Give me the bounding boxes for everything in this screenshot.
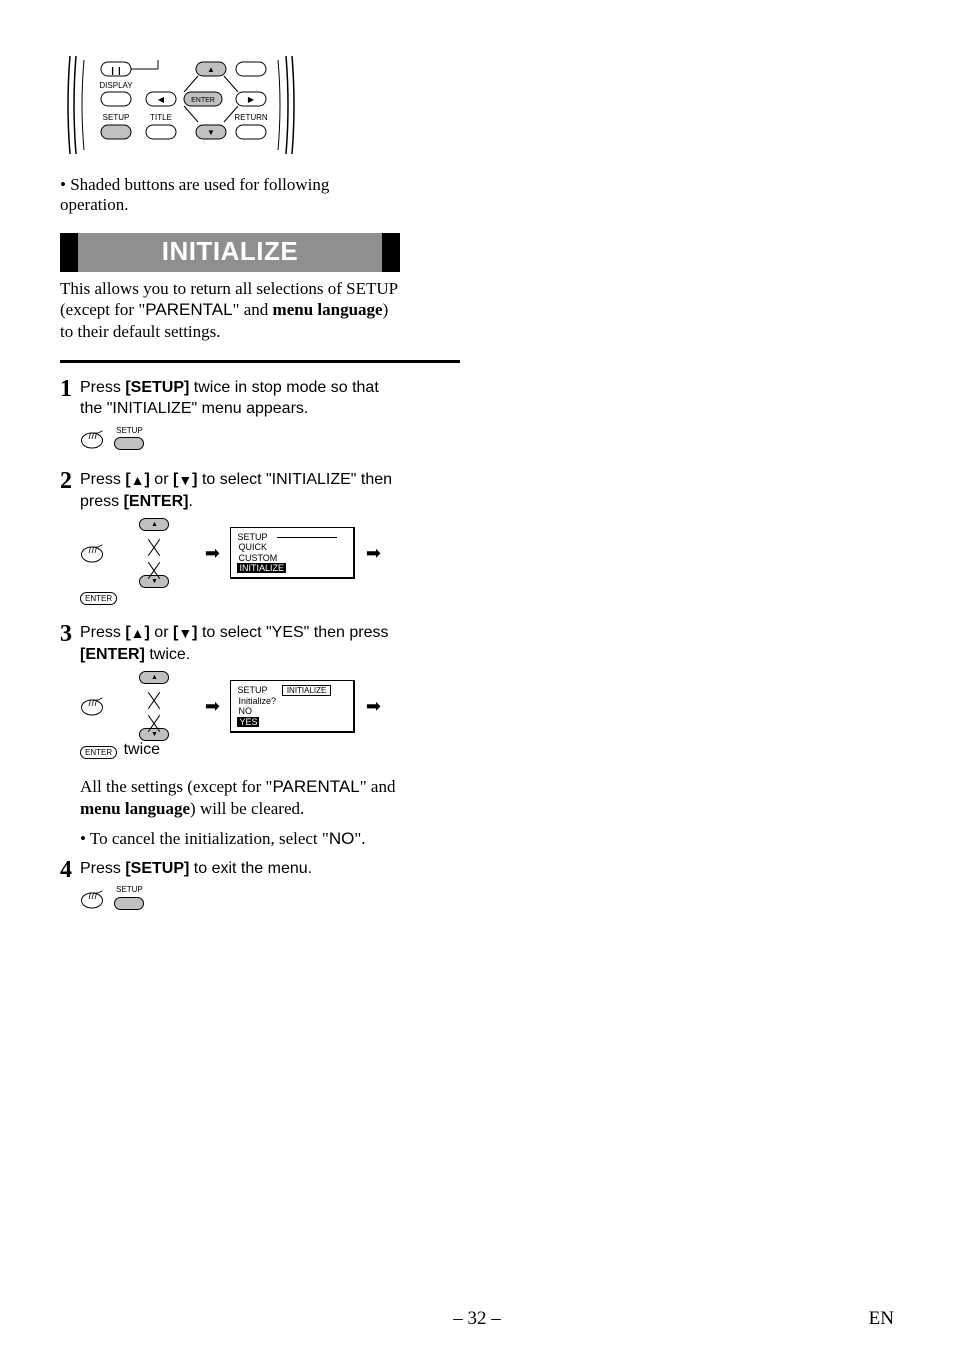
menu-setup: SETUP QUICK CUSTOM INITIALIZE bbox=[230, 527, 355, 580]
setup-button-icon bbox=[114, 897, 144, 910]
label-display: DISPLAY bbox=[99, 81, 133, 90]
up-button-icon bbox=[139, 671, 169, 684]
step-2: 2 Press [▲] or [▼] to select "INITIALIZE… bbox=[60, 469, 400, 512]
setup-label: SETUP bbox=[114, 426, 144, 435]
svg-text:▲: ▲ bbox=[207, 65, 215, 74]
step-4: 4 Press [SETUP] to exit the menu. bbox=[60, 858, 400, 880]
shaded-note: • Shaded buttons are used for following … bbox=[60, 175, 400, 215]
arrow-icon: ➡ bbox=[366, 696, 381, 717]
setup-label: SETUP bbox=[114, 885, 144, 894]
intro-text: This allows you to return all selections… bbox=[60, 278, 400, 342]
enter-button-icon: ENTER bbox=[80, 746, 117, 759]
step-1: 1 Press [SETUP] twice in stop mode so th… bbox=[60, 377, 400, 420]
down-button-icon bbox=[139, 575, 169, 588]
down-button-icon bbox=[139, 728, 169, 741]
step-1-icons: SETUP bbox=[80, 426, 400, 453]
page-number: – 32 – bbox=[453, 1308, 501, 1330]
language-code: EN bbox=[869, 1308, 894, 1330]
hand-icon bbox=[80, 695, 110, 717]
section-header: INITIALIZE bbox=[60, 233, 400, 272]
svg-text:❙❙: ❙❙ bbox=[109, 66, 122, 75]
hand-icon bbox=[80, 888, 110, 910]
svg-text:▼: ▼ bbox=[207, 128, 215, 137]
label-enter: ENTER bbox=[191, 97, 215, 104]
step-3-note-2: • To cancel the initialization, select "… bbox=[80, 828, 400, 850]
arrow-icon: ➡ bbox=[205, 543, 220, 564]
up-button-icon bbox=[139, 518, 169, 531]
nav-cross-icon bbox=[114, 518, 194, 588]
step-3-note-1: All the settings (except for "PARENTAL" … bbox=[80, 776, 400, 820]
divider bbox=[60, 360, 460, 363]
twice-label: twice bbox=[124, 741, 160, 758]
step-2-icons: ➡ SETUP QUICK CUSTOM INITIALIZE ➡ ENTER bbox=[80, 518, 400, 606]
arrow-icon: ➡ bbox=[205, 696, 220, 717]
step-4-icons: SETUP bbox=[80, 885, 400, 912]
step-3: 3 Press [▲] or [▼] to select "YES" then … bbox=[60, 622, 400, 665]
enter-button-icon: ENTER bbox=[80, 592, 117, 605]
setup-button-icon bbox=[114, 437, 144, 450]
hand-icon bbox=[80, 542, 110, 564]
svg-text:▶: ▶ bbox=[248, 95, 255, 104]
arrow-icon: ➡ bbox=[366, 543, 381, 564]
label-setup: SETUP bbox=[103, 113, 130, 122]
hand-icon bbox=[80, 428, 110, 450]
nav-cross-icon bbox=[114, 671, 194, 741]
remote-diagram: ❙❙ ▲ DISPLAY ◀ ENTER ▶ SETUP TITLE RETUR… bbox=[66, 50, 400, 165]
label-title: TITLE bbox=[150, 113, 172, 122]
label-return: RETURN bbox=[234, 113, 268, 122]
menu-initialize: SETUP INITIALIZE Initialize? NO YES bbox=[230, 680, 355, 734]
step-3-icons: ➡ SETUP INITIALIZE Initialize? NO YES ➡ … bbox=[80, 671, 400, 759]
svg-text:◀: ◀ bbox=[158, 95, 165, 104]
